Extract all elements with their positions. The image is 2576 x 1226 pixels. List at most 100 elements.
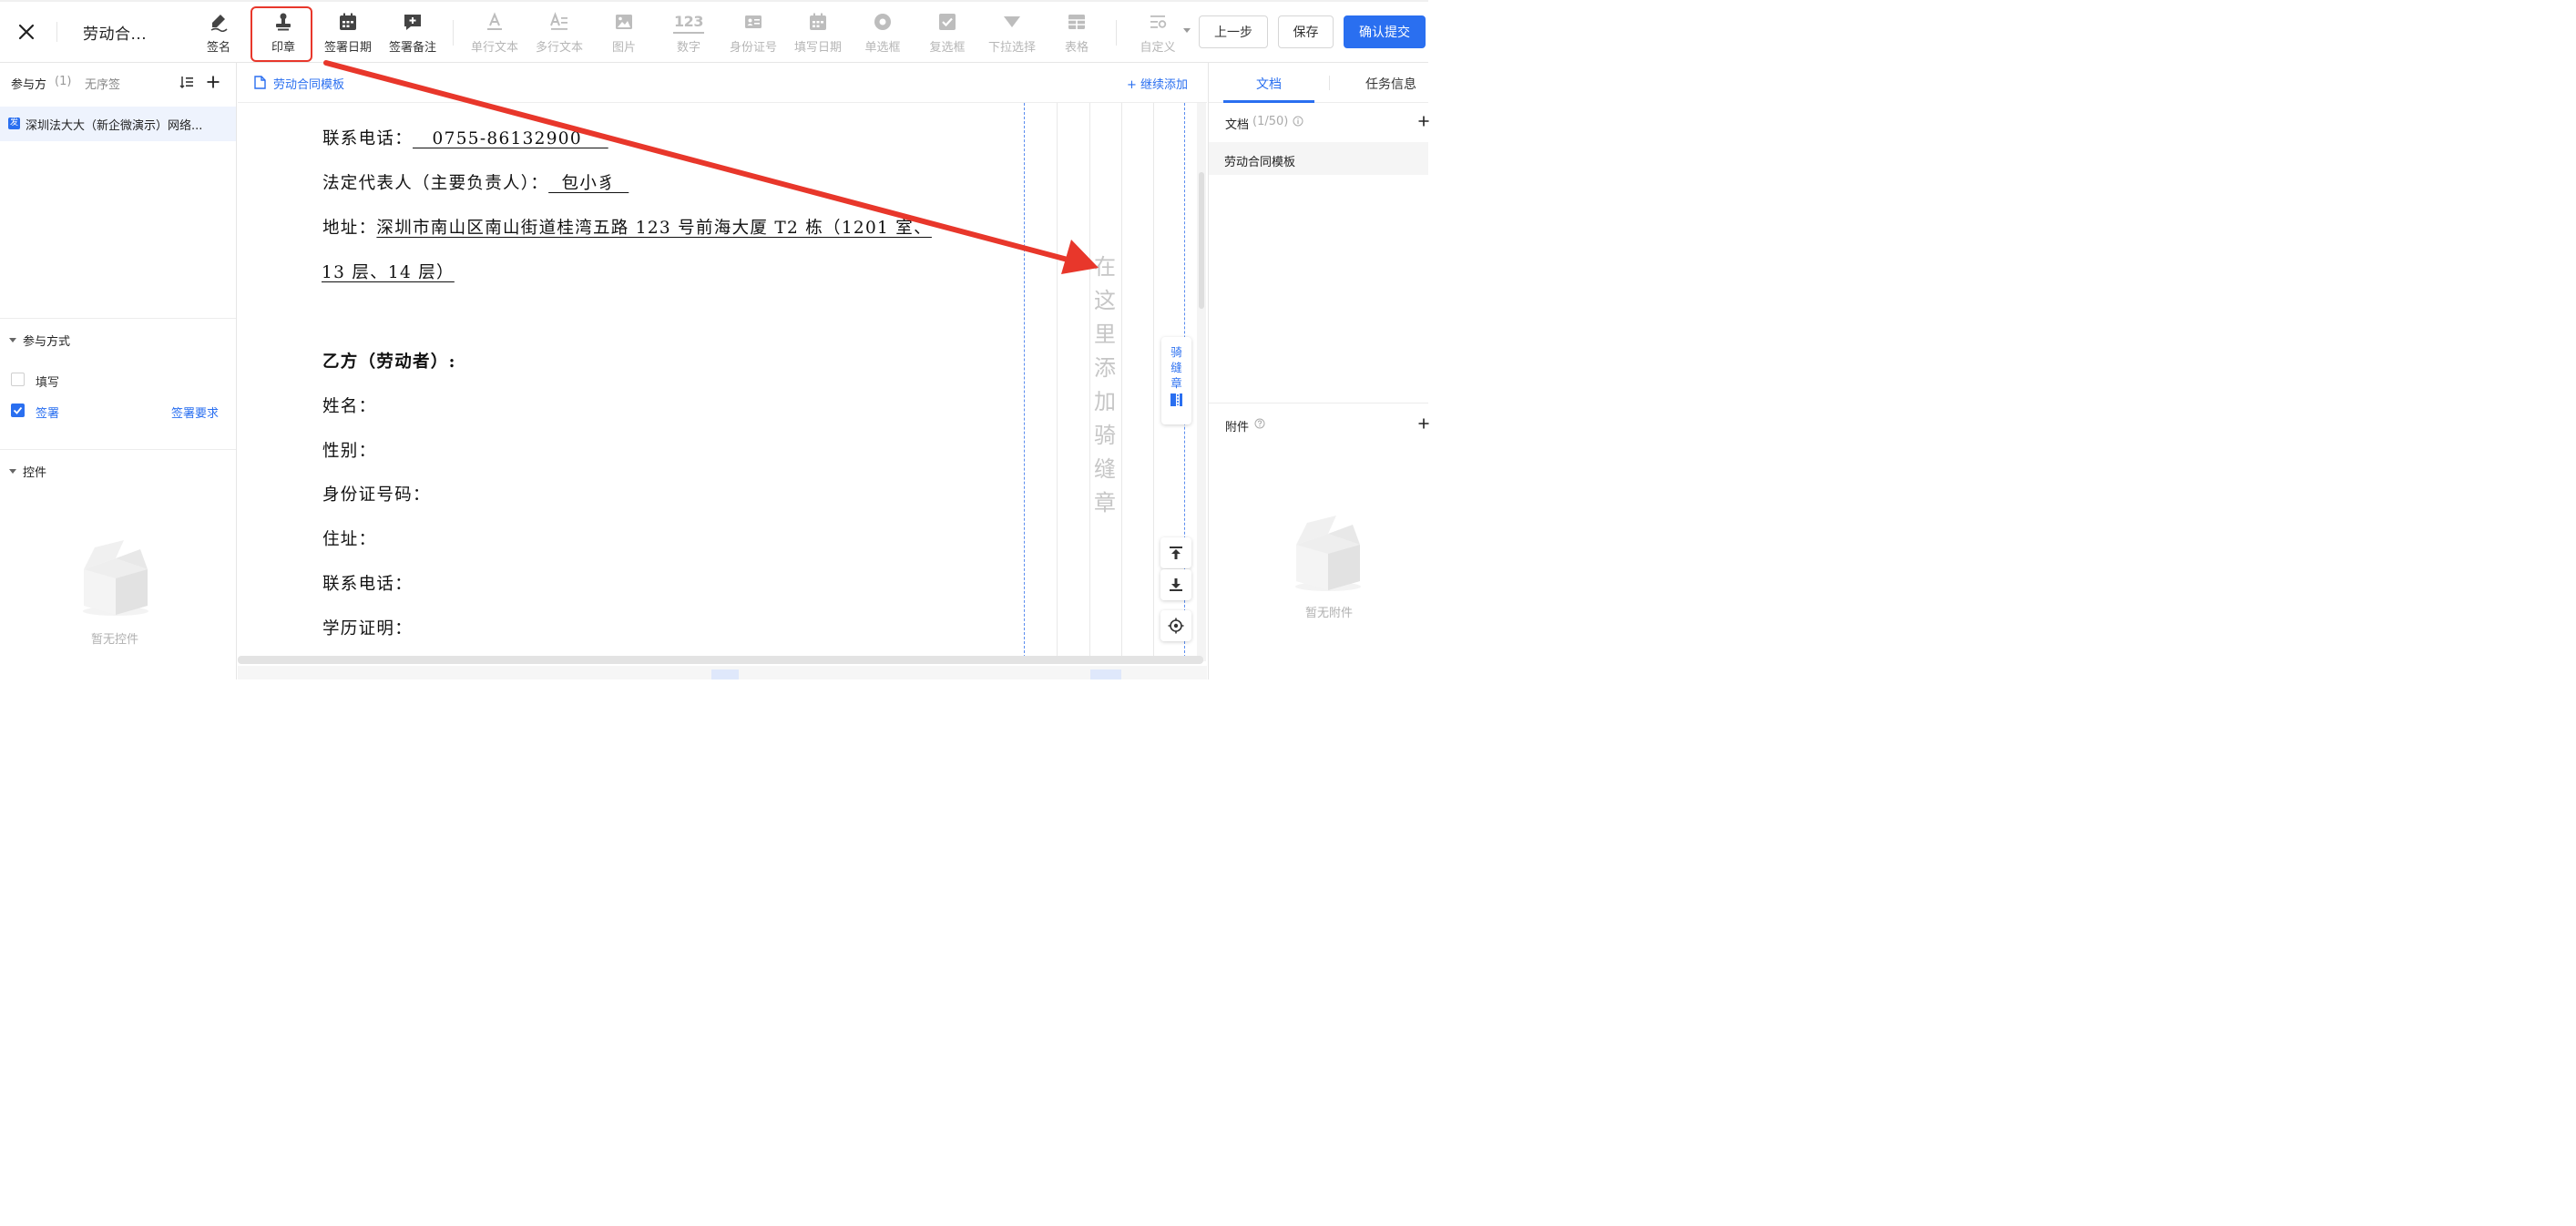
custom-icon	[1148, 12, 1168, 32]
doc-line-address-cont: 13 层、14 层）	[322, 260, 455, 283]
doc-line-phone-b: 联系电话：	[322, 575, 414, 594]
sort-order-icon[interactable]	[179, 75, 194, 89]
tool-label: 单行文本	[470, 41, 518, 55]
seam-stamp-icon	[1170, 393, 1182, 406]
tab-task-info[interactable]: 任务信息	[1345, 63, 1429, 103]
empty-box-icon	[1289, 510, 1367, 592]
confirm-submit-button[interactable]: 确认提交	[1344, 15, 1426, 48]
id-card-icon	[743, 12, 763, 32]
radio-icon	[873, 12, 893, 32]
empty-box-icon	[77, 535, 155, 617]
seam-page-edge	[1057, 103, 1058, 658]
scroll-to-top-button[interactable]	[1160, 537, 1191, 568]
add-more-document-link[interactable]: + 继续添加	[1127, 75, 1188, 92]
add-participant-icon[interactable]	[206, 75, 220, 89]
address-label: 地址：	[322, 219, 377, 238]
address-cont-value: 13 层、14 层）	[322, 263, 455, 282]
seam-button-char: 缝	[1170, 361, 1182, 374]
seam-stamp-label: 骑缝章	[1161, 337, 1191, 391]
participation-title: 参与方式	[23, 335, 71, 349]
single-line-text-icon	[485, 12, 505, 32]
template-document-link[interactable]: 劳动合同模板	[273, 75, 344, 92]
document-item-name: 劳动合同模板	[1224, 156, 1296, 169]
tool-number[interactable]: 123 数字	[659, 11, 719, 56]
close-icon[interactable]	[16, 22, 36, 42]
participant-item[interactable]: 发 深圳法大大（新企微演示）网络...	[0, 107, 236, 141]
seam-boundary-left	[1024, 103, 1025, 658]
tool-label: 印章	[271, 41, 295, 55]
doc-line-residence: 住址：	[322, 530, 377, 549]
tool-label: 数字	[676, 41, 700, 55]
sign-requirement-link[interactable]: 签署要求	[171, 404, 219, 421]
tool-single-line-text[interactable]: 单行文本	[465, 11, 525, 56]
collapse-caret-icon[interactable]	[9, 469, 16, 474]
tool-sign-note[interactable]: 签署备注	[383, 11, 443, 56]
order-mode-label[interactable]: 无序签	[85, 75, 120, 92]
phone-a-value: 0755-86132900	[413, 129, 608, 148]
tool-sign-date[interactable]: 签署日期	[318, 11, 378, 56]
tool-table[interactable]: 表格	[1047, 11, 1107, 56]
seam-button-char: 章	[1170, 376, 1182, 390]
tool-image[interactable]: 图片	[594, 11, 654, 56]
tool-signature[interactable]: 签名	[189, 11, 249, 56]
participants-count: (1)	[55, 75, 72, 88]
tool-multi-line-text[interactable]: 多行文本	[529, 11, 589, 56]
tool-label: 签署备注	[388, 41, 436, 55]
scroll-to-bottom-button[interactable]	[1160, 569, 1191, 600]
vertical-scrollbar-thumb[interactable]	[1199, 172, 1204, 309]
seam-stamp-button[interactable]: 骑缝章	[1161, 337, 1191, 424]
doc-line-id-number: 身份证号码：	[322, 485, 431, 505]
tool-label: 单选框	[864, 41, 901, 55]
table-icon	[1067, 12, 1087, 32]
locate-button[interactable]	[1160, 610, 1191, 641]
tab-task-info-label: 任务信息	[1365, 77, 1416, 92]
help-icon[interactable]	[1254, 418, 1265, 429]
save-button[interactable]: 保存	[1278, 15, 1334, 48]
fill-checkbox[interactable]	[11, 373, 25, 386]
tool-checkbox[interactable]: 复选框	[917, 11, 977, 56]
divider	[56, 22, 57, 42]
arrow-to-bottom-icon	[1170, 578, 1182, 591]
document-title: 劳动合...	[83, 26, 148, 44]
doc-line-phone-a: 联系电话： 0755-86132900	[322, 126, 608, 149]
divider	[1329, 76, 1330, 90]
custom-caret-down-icon[interactable]	[1183, 28, 1191, 33]
signature-pen-icon	[209, 12, 229, 32]
horizontal-scrollbar[interactable]	[238, 656, 1203, 664]
doc-line-address: 地址：深圳市南山区南山街道桂湾五路 123 号前海大厦 T2 栋（1201 室、	[322, 215, 932, 239]
image-icon	[614, 12, 634, 32]
document-editor: 劳动合同模板 + 继续添加 联系电话： 0755-86132900 法定代表人（…	[238, 63, 1207, 679]
add-attachment-icon[interactable]	[1418, 418, 1429, 429]
seam-stamp-drop-zone[interactable]: 在这里添加骑缝章	[1092, 250, 1118, 520]
tool-label: 签名	[206, 41, 230, 55]
tool-label: 下拉选择	[987, 41, 1036, 55]
legal-rep-label: 法定代表人（主要负责人）：	[322, 174, 549, 193]
fill-label: 填写	[36, 376, 60, 390]
collapse-caret-icon[interactable]	[9, 338, 16, 342]
initiator-badge: 发	[8, 117, 20, 129]
tool-dropdown[interactable]: 下拉选择	[982, 11, 1042, 56]
tool-radio[interactable]: 单选框	[853, 11, 913, 56]
tool-label: 图片	[611, 41, 636, 55]
info-icon[interactable]	[1293, 116, 1303, 127]
document-list-item[interactable]: 劳动合同模板	[1209, 142, 1428, 175]
controls-empty-text: 暂无控件	[91, 633, 139, 647]
seam-placeholder-char: 骑	[1094, 423, 1116, 448]
participants-header: 参与方 (1) 无序签	[0, 63, 236, 103]
add-document-icon[interactable]	[1418, 116, 1429, 127]
fill-date-icon	[808, 12, 828, 32]
tool-label: 多行文本	[535, 41, 583, 55]
seam-placeholder-char: 在	[1094, 254, 1116, 280]
sign-checkbox[interactable]	[11, 404, 25, 417]
tool-fill-date[interactable]: 填写日期	[788, 11, 848, 56]
prev-step-button[interactable]: 上一步	[1199, 15, 1268, 48]
tool-label: 表格	[1064, 41, 1089, 55]
tool-label: 签署日期	[323, 41, 372, 55]
tool-custom[interactable]: 自定义	[1128, 11, 1188, 56]
seam-placeholder-char: 缝	[1094, 456, 1116, 482]
divider	[1116, 20, 1117, 46]
tool-id-number[interactable]: 身份证号	[723, 11, 783, 56]
tool-stamp[interactable]: 印章	[253, 11, 313, 56]
right-panel: 文档 任务信息 文档 (1/50) 劳动合同模板 附件 暂无附件	[1208, 63, 1429, 679]
tab-documents[interactable]: 文档	[1223, 63, 1314, 103]
